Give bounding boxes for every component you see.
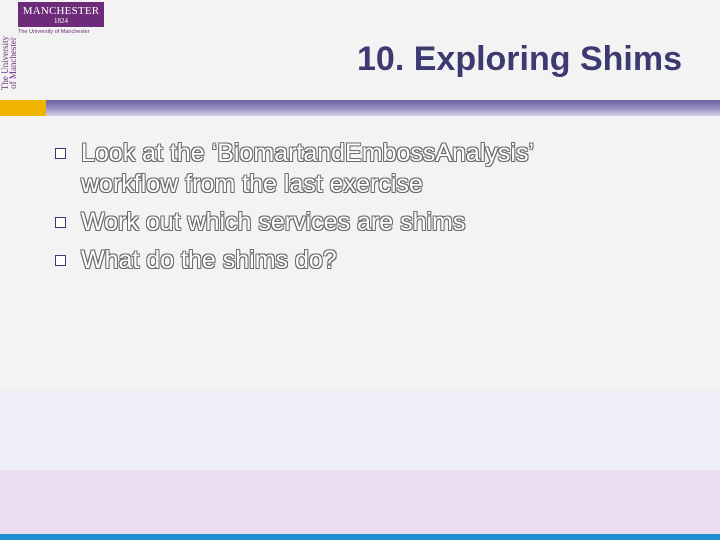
background-band-middle <box>0 390 720 470</box>
vertical-logo-label: The University of Manchester <box>0 35 18 91</box>
manchester-logo: MANCHESTER 1824 <box>18 2 104 27</box>
bullet-line: Look at the ‘BiomartandEmbossAnalysis’ <box>81 139 535 167</box>
square-bullet-icon <box>55 255 66 266</box>
bullet-item: What do the shims do? <box>55 245 675 276</box>
bullet-line: Work out which services are shims <box>81 208 466 236</box>
bottom-rule <box>0 534 720 540</box>
title-accent-gold <box>0 100 46 116</box>
square-bullet-icon <box>55 217 66 228</box>
university-vertical-logo-text: The University of Manchester <box>0 28 18 98</box>
logo-year: 1824 <box>54 17 68 25</box>
bullet-text: Look at the ‘BiomartandEmbossAnalysis’ w… <box>81 138 675 200</box>
square-bullet-icon <box>55 148 66 159</box>
background-band-lower <box>0 470 720 534</box>
slide-title: 10. Exploring Shims <box>357 40 682 78</box>
bullet-line: workflow from the last exercise <box>81 170 423 198</box>
bullet-text: What do the shims do? <box>81 245 675 276</box>
bullet-list: Look at the ‘BiomartandEmbossAnalysis’ w… <box>55 138 675 283</box>
bullet-item: Work out which services are shims <box>55 207 675 238</box>
logo-subtitle: The University of Manchester <box>18 29 90 35</box>
bullet-item: Look at the ‘BiomartandEmbossAnalysis’ w… <box>55 138 675 200</box>
logo-wordmark: MANCHESTER <box>22 5 100 17</box>
bullet-text: Work out which services are shims <box>81 207 675 238</box>
title-accent-bar <box>46 100 720 116</box>
bullet-line: What do the shims do? <box>81 246 337 274</box>
